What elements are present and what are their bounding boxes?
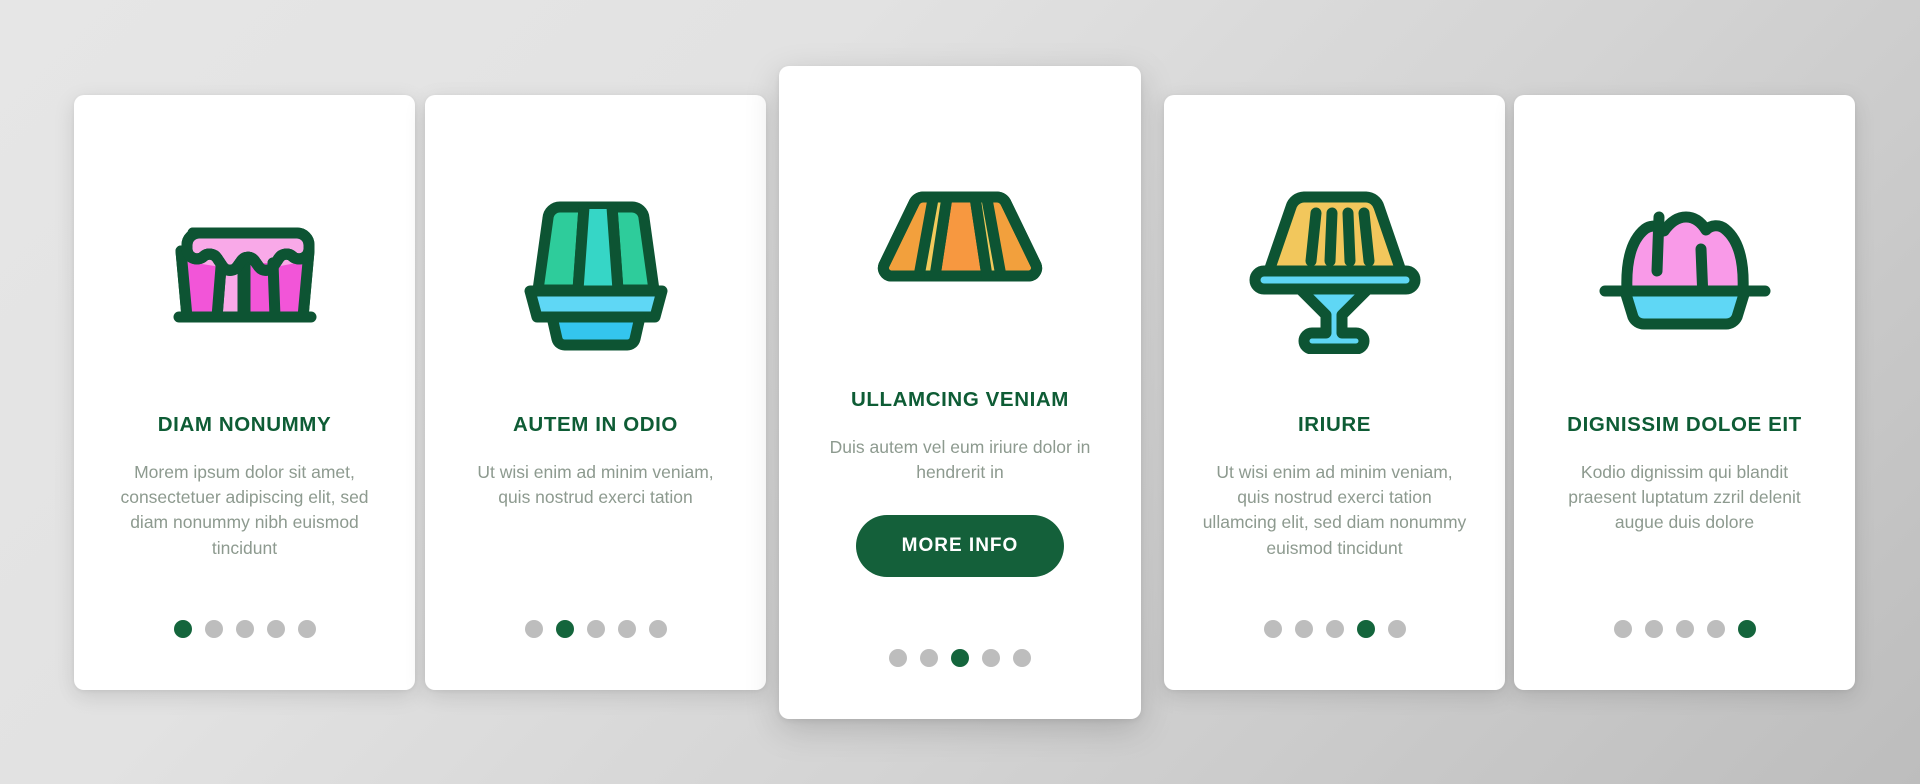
pagination-dot[interactable] [266, 620, 285, 638]
pagination-dots[interactable] [425, 620, 766, 638]
pagination-dot[interactable] [617, 620, 636, 638]
card-body-text: Kodio dignissim qui blandit praesent lup… [1568, 461, 1801, 533]
pagination-dots[interactable] [74, 620, 415, 638]
onboarding-card-2[interactable]: AUTEM IN ODIO Ut wisi enim ad minim veni… [425, 95, 766, 690]
card-title: DIAM NONUMMY [157, 413, 332, 436]
pagination-dot[interactable] [524, 620, 543, 638]
pagination-dot[interactable] [173, 620, 192, 638]
pagination-dot[interactable] [1613, 620, 1632, 638]
jelly-orange-trapezoid-icon [779, 108, 1141, 368]
pagination-dot[interactable] [204, 620, 223, 638]
pagination-dot[interactable] [1387, 620, 1406, 638]
pagination-dot[interactable] [555, 620, 574, 638]
pagination-dot[interactable] [1013, 649, 1031, 667]
onboarding-screens: DIAM NONUMMY Morem ipsum dolor sit amet,… [0, 0, 1920, 784]
onboarding-card-5[interactable]: DIGNISSIM DOLOE EIT Kodio dignissim qui … [1514, 95, 1855, 690]
pagination-dot[interactable] [648, 620, 667, 638]
pagination-dot[interactable] [982, 649, 1000, 667]
pagination-dot[interactable] [1325, 620, 1344, 638]
pagination-dot[interactable] [1294, 620, 1313, 638]
pagination-dot[interactable] [586, 620, 605, 638]
pagination-dots[interactable] [1164, 620, 1505, 638]
pagination-dots[interactable] [1514, 620, 1855, 638]
pagination-dots[interactable] [779, 649, 1141, 667]
onboarding-card-4[interactable]: IRIURE Ut wisi enim ad minim veniam, qui… [1164, 95, 1505, 690]
onboarding-card-1[interactable]: DIAM NONUMMY Morem ipsum dolor sit amet,… [74, 95, 415, 690]
jelly-green-on-blue-plate-icon [425, 131, 766, 391]
pagination-dot[interactable] [1263, 620, 1282, 638]
pagination-dot[interactable] [951, 649, 969, 667]
card-body-text: Ut wisi enim ad minim veniam, quis nostr… [1202, 461, 1467, 558]
pagination-dot[interactable] [889, 649, 907, 667]
pagination-dot[interactable] [1644, 620, 1663, 638]
pagination-dot[interactable] [1706, 620, 1725, 638]
card-title: DIGNISSIM DOLOE EIT [1567, 413, 1802, 436]
more-info-button[interactable]: MORE INFO [855, 515, 1065, 578]
pagination-dot[interactable] [1356, 620, 1375, 638]
card-body-text: Duis autem vel eum iriure dolor in hendr… [829, 436, 1091, 482]
pudding-yellow-on-stand-icon [1164, 131, 1505, 391]
pagination-dot[interactable] [920, 649, 938, 667]
card-body-text: Ut wisi enim ad minim veniam, quis nostr… [477, 461, 714, 507]
jelly-dripping-pink-icon [74, 131, 415, 391]
pagination-dot[interactable] [1675, 620, 1694, 638]
onboarding-card-3[interactable]: ULLAMCING VENIAM Duis autem vel eum iriu… [779, 66, 1141, 719]
pudding-pink-on-tray-icon [1514, 131, 1855, 391]
pagination-dot[interactable] [1737, 620, 1756, 638]
card-title: IRIURE [1297, 413, 1372, 436]
card-title: ULLAMCING VENIAM [850, 388, 1069, 411]
pagination-dot[interactable] [235, 620, 254, 638]
pagination-dot[interactable] [297, 620, 316, 638]
card-title: AUTEM IN ODIO [513, 413, 678, 436]
card-body-text: Morem ipsum dolor sit amet, consectetuer… [120, 461, 369, 558]
